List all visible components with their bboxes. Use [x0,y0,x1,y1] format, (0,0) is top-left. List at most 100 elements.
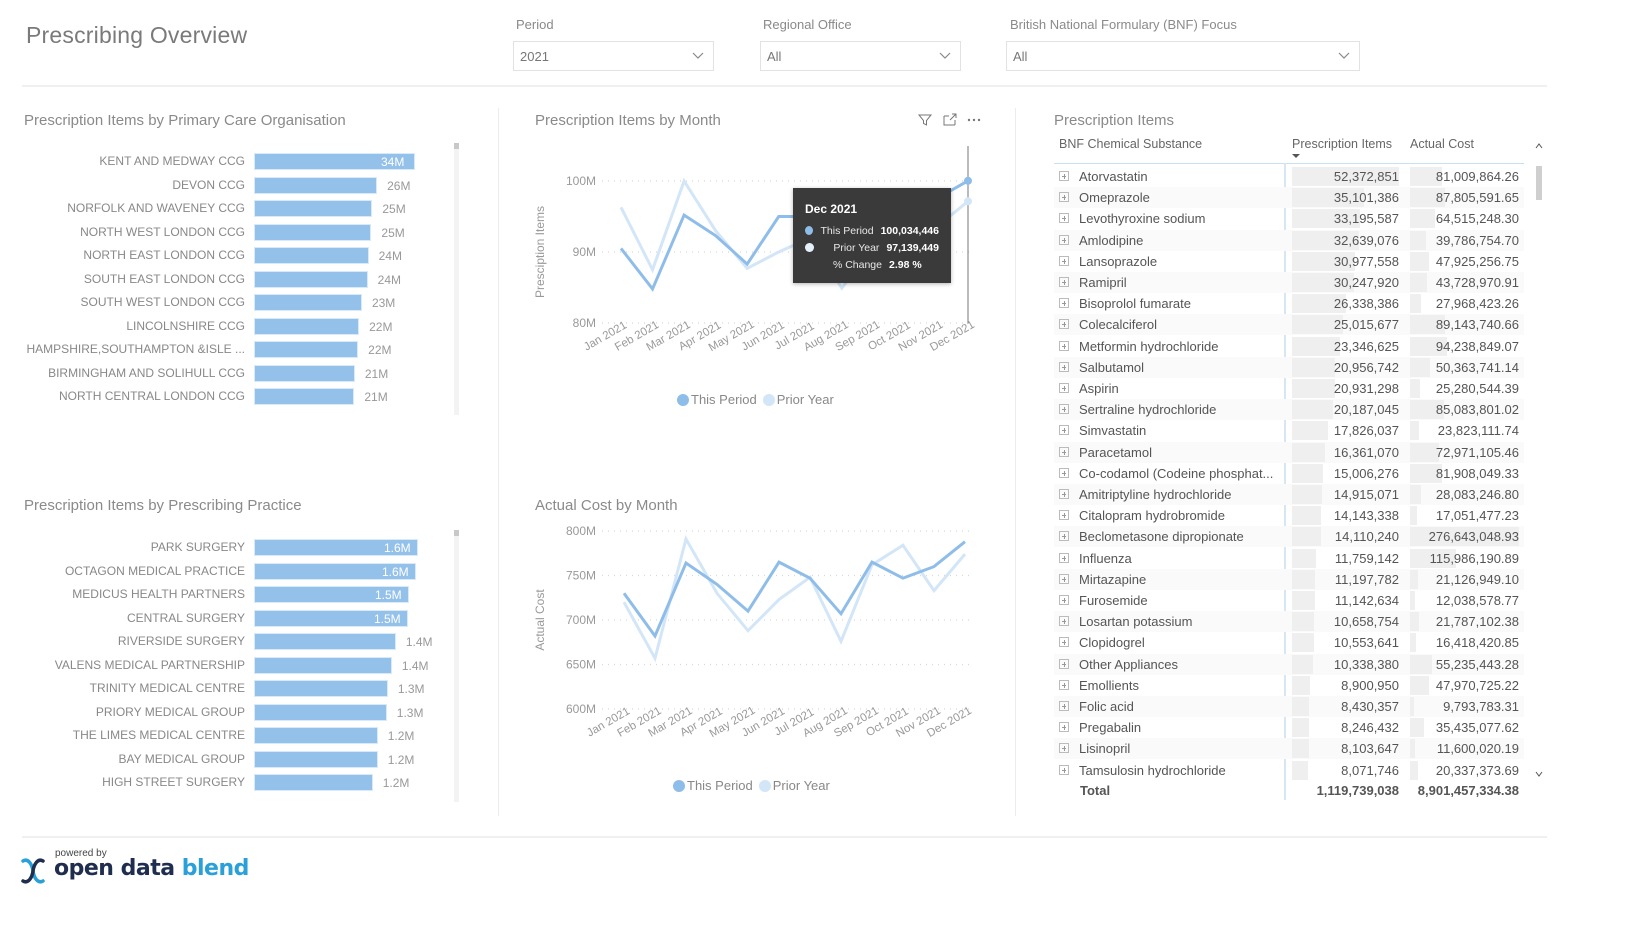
bar[interactable] [254,703,387,721]
bar[interactable] [254,388,355,405]
legend-item-prior-year[interactable]: Prior Year [758,778,830,793]
bar[interactable] [254,223,372,241]
expand-row-icon[interactable] [1059,743,1069,754]
scrollbar-thumb[interactable] [1536,166,1542,200]
expand-row-icon[interactable] [1059,573,1069,584]
table-row[interactable]: Citalopram hydrobromide 14,143,338 17,051,… [1054,505,1524,526]
scroll-up-icon[interactable] [1535,142,1543,150]
expand-row-icon[interactable] [1059,637,1069,648]
bar[interactable] [254,633,396,650]
bar[interactable] [254,294,362,311]
expand-row-icon[interactable] [1059,764,1069,775]
table-row[interactable]: Omeprazole 35,101,386 87,805,591.65 [1054,187,1524,209]
table-row[interactable]: Influenza 11,759,142 115,986,190.89 [1054,548,1524,569]
table-row[interactable]: Beclometasone dipropionate 14,110,240 276,… [1054,526,1524,548]
expand-row-icon[interactable] [1059,489,1069,499]
expand-row-icon[interactable] [1059,277,1069,287]
expand-row-icon[interactable] [1059,404,1069,415]
practice-chart-scrollbar[interactable] [454,530,459,802]
legend-item-prior-year[interactable]: Prior Year [762,392,834,407]
bar[interactable] [254,200,373,217]
bnf-focus-slicer-dropdown[interactable]: All [1006,41,1360,71]
expand-row-icon[interactable] [1059,446,1069,457]
expand-row-icon[interactable] [1059,510,1069,521]
scrollbar-thumb[interactable] [454,530,459,536]
bar[interactable] [254,317,360,335]
focus-mode-icon[interactable] [942,112,958,128]
table-row[interactable]: Mirtazapine 11,197,782 21,126,949.10 [1054,568,1524,590]
expand-row-icon[interactable] [1059,722,1069,733]
legend-item-this-period[interactable]: This Period [677,392,757,407]
expand-row-icon[interactable] [1059,298,1069,309]
expand-row-icon[interactable] [1059,531,1069,542]
table-row[interactable]: Amitriptyline hydrochloride 14,915,071 28,… [1054,484,1524,505]
expand-row-icon[interactable] [1059,552,1069,563]
table-row[interactable]: Folic acid 8,430,357 9,793,783.31 [1054,696,1524,717]
expand-row-icon[interactable] [1059,234,1069,245]
table-row[interactable]: Co-codamol (Codeine phosphat... 15,006,27… [1054,463,1524,484]
table-row[interactable]: Metformin hydrochloride 23,346,625 94,238,… [1054,336,1524,357]
prescription-items-value: 20,187,045 [1333,402,1399,418]
bar[interactable] [254,774,373,791]
bar[interactable] [254,364,355,382]
table-row[interactable]: Colecalciferol 25,015,677 89,143,740.66 [1054,314,1524,336]
expand-row-icon[interactable] [1059,425,1069,436]
table-row[interactable]: Simvastatin 17,826,037 23,823,111.74 [1054,420,1524,441]
bar[interactable] [254,341,359,358]
table-row[interactable]: Other Appliances 10,338,380 55,235,443.28 [1054,653,1524,675]
bar[interactable] [254,247,369,264]
scroll-down-icon[interactable] [1535,770,1543,778]
expand-row-icon[interactable] [1059,383,1069,393]
column-header-substance[interactable]: BNF Chemical Substance [1059,137,1202,151]
column-header-actual-cost[interactable]: Actual Cost [1410,137,1474,151]
expand-row-icon[interactable] [1059,192,1069,203]
table-row[interactable]: Tamsulosin hydrochloride 8,071,746 20,337,… [1054,760,1524,781]
bar[interactable] [254,750,378,768]
bar[interactable] [254,270,368,288]
pco-chart-scrollbar[interactable] [454,143,459,415]
expand-row-icon[interactable] [1059,340,1069,351]
table-row[interactable]: Levothyroxine sodium 33,195,587 64,515,248… [1054,208,1524,229]
expand-row-icon[interactable] [1059,701,1069,711]
hover-point-prior-year[interactable] [964,197,972,206]
table-row[interactable]: Paracetamol 16,361,070 72,971,105.46 [1054,441,1524,463]
table-row[interactable]: Ramipril 30,247,920 43,728,970.91 [1054,272,1524,293]
filter-icon[interactable] [917,112,933,128]
expand-row-icon[interactable] [1059,467,1069,478]
table-row[interactable]: Sertraline hydrochloride 20,187,045 85,083… [1054,399,1524,421]
table-row[interactable]: Salbutamol 20,956,742 50,363,741.14 [1054,356,1524,378]
expand-row-icon[interactable] [1059,171,1069,181]
table-row[interactable]: Emollients 8,900,950 47,970,725.22 [1054,675,1524,696]
series-line-prior-year[interactable] [622,535,967,663]
table-row[interactable]: Lisinopril 8,103,647 11,600,020.19 [1054,738,1524,760]
table-row[interactable]: Lansoprazole 30,977,558 47,925,256.75 [1054,251,1524,272]
table-row[interactable]: Losartan potassium 10,658,754 21,787,102.3… [1054,611,1524,633]
hover-point-this-period[interactable] [964,176,972,185]
column-header-prescription-items[interactable]: Prescription Items [1292,137,1392,151]
scrollbar-thumb[interactable] [454,143,459,149]
expand-row-icon[interactable] [1059,658,1069,669]
table-row[interactable]: Pregabalin 8,246,432 35,435,077.62 [1054,717,1524,738]
bar[interactable] [254,680,388,697]
expand-row-icon[interactable] [1059,255,1069,266]
expand-row-icon[interactable] [1059,361,1069,372]
bar[interactable] [254,656,392,674]
table-row[interactable]: Aspirin 20,931,298 25,280,544.39 [1054,378,1524,399]
table-row[interactable]: Furosemide 11,142,634 12,038,578.77 [1054,590,1524,611]
period-slicer-dropdown[interactable]: 2021 [513,41,714,71]
table-scrollbar[interactable] [1533,140,1545,785]
expand-row-icon[interactable] [1059,319,1069,330]
table-row[interactable]: Clopidogrel 10,553,641 16,418,420.85 [1054,632,1524,653]
expand-row-icon[interactable] [1059,595,1069,605]
expand-row-icon[interactable] [1059,213,1069,224]
table-row[interactable]: Amlodipine 32,639,076 39,786,754.70 [1054,229,1524,251]
bar[interactable] [254,727,378,744]
table-row[interactable]: Atorvastatin 52,372,851 81,009,864.26 [1054,166,1524,187]
more-options-icon[interactable] [966,112,982,128]
expand-row-icon[interactable] [1059,679,1069,690]
expand-row-icon[interactable] [1059,616,1069,627]
legend-item-this-period[interactable]: This Period [673,778,753,793]
bar[interactable] [254,176,378,194]
regional-office-slicer-dropdown[interactable]: All [760,41,961,71]
table-row[interactable]: Bisoprolol fumarate 26,338,386 27,968,423.… [1054,293,1524,314]
